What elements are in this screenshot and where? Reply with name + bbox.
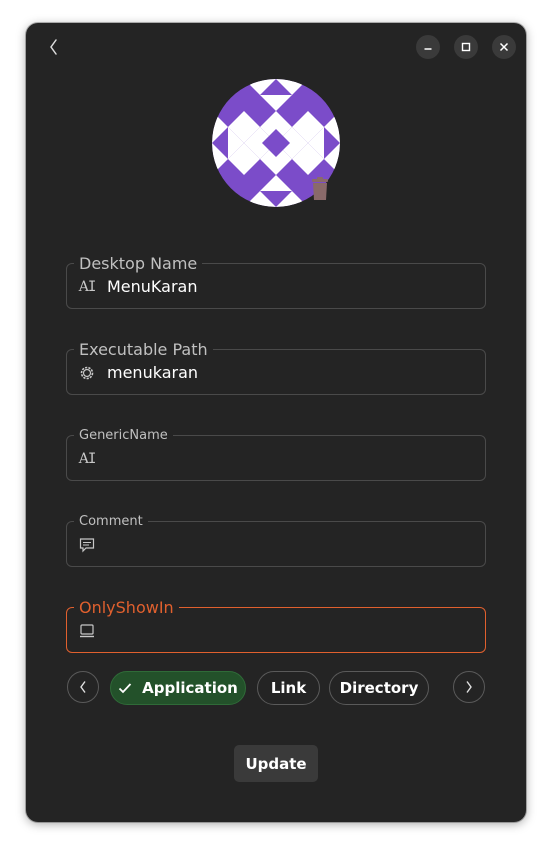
type-chip-label: Link [270,679,307,697]
minimize-button[interactable] [416,35,440,59]
executable-path-field[interactable]: Executable Path [66,341,486,395]
close-icon [499,42,509,52]
gear-icon [78,364,96,382]
app-icon-picker[interactable] [212,79,340,207]
only-show-in-input[interactable] [107,618,475,642]
scroll-left-button[interactable] [67,671,99,703]
desktop-name-label: Desktop Name [74,255,203,273]
desktop-name-input[interactable] [107,274,475,298]
type-chip-directory[interactable]: Directory [329,671,429,705]
maximize-icon [461,42,471,52]
type-chip-label: Application [142,679,238,697]
monitor-icon [78,622,96,640]
type-chip-label: Directory [339,679,419,697]
back-button[interactable] [40,35,66,59]
comment-icon [78,536,96,554]
close-button[interactable] [492,35,516,59]
update-button[interactable]: Update [234,745,318,782]
text-icon: AI [78,279,97,295]
executable-path-input[interactable] [107,360,475,384]
back-icon [50,39,57,55]
text-icon: AI [78,451,97,467]
checkmark-icon [118,682,132,694]
app-window: Desktop Name AI Executable Path GenericN… [26,23,526,822]
minimize-icon [424,48,432,50]
desktop-name-field[interactable]: Desktop Name AI [66,255,486,309]
generic-name-label: GenericName [74,428,173,443]
executable-path-label: Executable Path [74,341,213,359]
type-chip-link[interactable]: Link [257,671,320,705]
chevron-left-icon [80,681,86,693]
generic-name-input[interactable] [107,446,475,470]
chevron-right-icon [466,681,472,693]
generic-name-field[interactable]: GenericName AI [66,428,486,481]
trash-icon[interactable] [311,177,329,201]
only-show-in-field[interactable]: OnlyShowIn [66,599,486,653]
comment-input[interactable] [107,532,475,556]
type-chip-application[interactable]: Application [110,671,246,705]
only-show-in-label: OnlyShowIn [74,599,179,617]
comment-label: Comment [74,514,148,529]
comment-field[interactable]: Comment [66,514,486,567]
scroll-right-button[interactable] [453,671,485,703]
maximize-button[interactable] [454,35,478,59]
